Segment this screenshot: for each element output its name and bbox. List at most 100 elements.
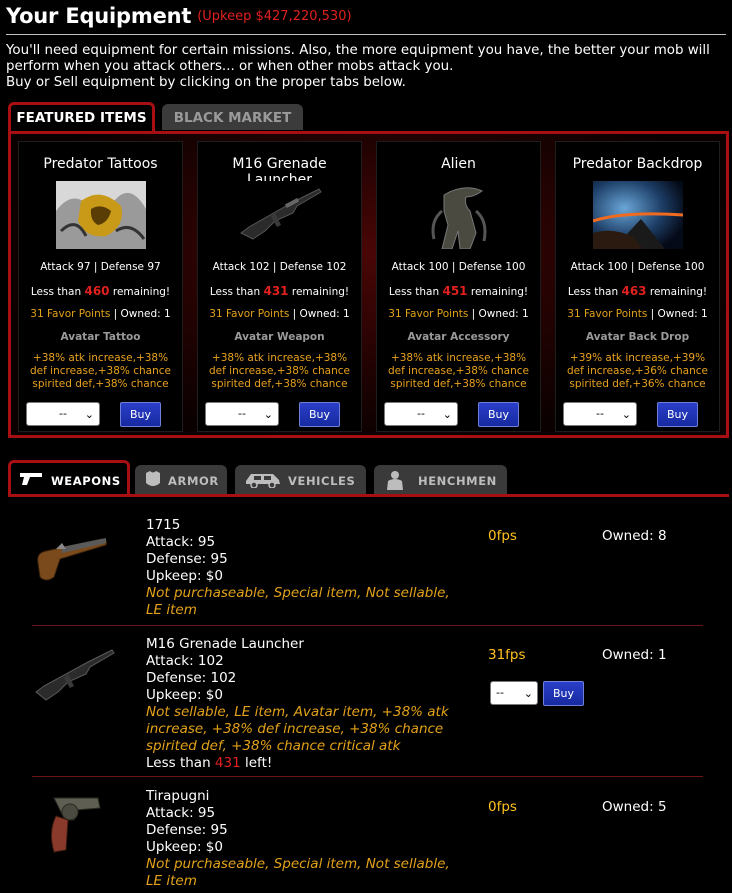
planet-image	[593, 181, 683, 249]
item-defense: Defense: 95	[146, 551, 228, 567]
featured-panel: Predator Tattoos Attack 97 | Defense 97 …	[8, 131, 729, 438]
page-title: Your Equipment	[6, 4, 192, 28]
item-remaining: Less than 463 remaining!	[567, 284, 708, 298]
tab-vehicles[interactable]: VEHICLES	[235, 465, 366, 494]
buy-button[interactable]: Buy	[478, 402, 519, 427]
tattoo-image	[56, 181, 146, 249]
tabs-underline	[8, 494, 729, 497]
item-price: 0fps	[488, 528, 517, 544]
item-name: 1715	[146, 517, 181, 533]
item-stats: Attack 102 | Defense 102	[212, 261, 347, 273]
buy-button[interactable]: Buy	[543, 681, 584, 706]
list-item: M16 Grenade Launcher Attack: 102 Defense…	[32, 636, 703, 776]
rifle-image	[35, 649, 115, 701]
buy-button[interactable]: Buy	[657, 402, 698, 427]
item-name: Alien	[441, 156, 476, 172]
armor-icon	[146, 471, 160, 486]
item-remaining: Less than 431 remaining!	[209, 284, 350, 298]
tab-black-market[interactable]: BLACK MARKET	[162, 104, 303, 130]
item-upkeep: Upkeep: $0	[146, 687, 223, 703]
item-type: Avatar Back Drop	[585, 331, 690, 343]
item-type: Avatar Tattoo	[60, 331, 141, 343]
row-divider	[32, 776, 703, 777]
quantity-select[interactable]: -- ⌄	[205, 402, 279, 426]
item-price: 0fps	[488, 799, 517, 815]
item-description: +38% atk increase,+38% def increase,+38%…	[30, 352, 171, 392]
item-price-owned: 31 Favor Points | Owned: 1	[30, 308, 171, 320]
flintlock-pistol-image	[37, 538, 107, 581]
item-info: Tirapugni Attack: 95 Defense: 95 Upkeep:…	[146, 788, 466, 890]
chevron-down-icon: ⌄	[442, 408, 452, 421]
item-type: Avatar Weapon	[234, 331, 325, 343]
item-attack: Attack: 95	[146, 534, 216, 550]
featured-card: M16 Grenade Launcher Attack 102 | Defens…	[197, 141, 362, 432]
item-description: +38% atk increase,+38% def increase,+38%…	[388, 352, 529, 392]
item-note: Not sellable, LE item, Avatar item, +38%…	[146, 704, 449, 754]
item-owned: Owned: 5	[602, 799, 667, 815]
quantity-select[interactable]: -- ⌄	[26, 402, 100, 426]
item-left: Less than 431 left!	[146, 755, 273, 771]
list-item: 1715 Attack: 95 Defense: 95 Upkeep: $0 N…	[32, 517, 703, 625]
quantity-select[interactable]: -- ⌄	[384, 402, 458, 426]
tab-weapons[interactable]: WEAPONS	[8, 460, 130, 496]
tab-label: VEHICLES	[288, 474, 356, 488]
item-owned: Owned: 1	[602, 647, 667, 663]
revolver-image	[50, 797, 101, 853]
item-remaining: Less than 451 remaining!	[388, 284, 529, 298]
category-tabs: WEAPONS ARMOR VEHICLES HENCHMEN	[8, 460, 729, 498]
item-defense: Defense: 102	[146, 670, 237, 686]
tab-armor[interactable]: ARMOR	[135, 465, 227, 494]
buy-button[interactable]: Buy	[299, 402, 340, 427]
intro-line-1: You'll need equipment for certain missio…	[6, 43, 710, 74]
buy-button[interactable]: Buy	[120, 402, 161, 427]
item-info: M16 Grenade Launcher Attack: 102 Defense…	[146, 636, 466, 772]
tab-featured-items[interactable]: FEATURED ITEMS	[8, 102, 155, 132]
item-stats: Attack 100 | Defense 100	[570, 261, 705, 273]
item-attack: Attack: 95	[146, 805, 216, 821]
featured-card: Predator Backdrop Attack 100 | Defense 1…	[555, 141, 720, 432]
quantity-select[interactable]: -- ⌄	[563, 402, 637, 426]
tab-henchmen[interactable]: HENCHMEN	[374, 465, 507, 494]
item-note: Not purchaseable, Special item, Not sell…	[146, 585, 450, 618]
intro-line-2: Buy or Sell equipment by clicking on the…	[6, 75, 406, 90]
item-price: 31fps	[488, 647, 526, 663]
item-stats: Attack 97 | Defense 97	[40, 261, 161, 273]
tab-label: ARMOR	[168, 474, 219, 488]
list-item: Tirapugni Attack: 95 Defense: 95 Upkeep:…	[32, 788, 703, 893]
page-header: Your Equipment (Upkeep $427,220,530)	[6, 4, 726, 28]
item-price-owned: 31 Favor Points | Owned: 1	[388, 308, 529, 320]
item-info: 1715 Attack: 95 Defense: 95 Upkeep: $0 N…	[146, 517, 466, 619]
henchman-icon	[387, 471, 403, 490]
item-name: Tirapugni	[146, 788, 210, 804]
chevron-down-icon: ⌄	[263, 408, 273, 421]
featured-card: Predator Tattoos Attack 97 | Defense 97 …	[18, 141, 183, 432]
row-divider	[32, 625, 703, 626]
header-divider	[6, 34, 726, 35]
upkeep-total: (Upkeep $427,220,530)	[197, 9, 352, 24]
item-name: Predator Tattoos	[43, 156, 158, 172]
car-icon	[246, 474, 280, 488]
item-name: Predator Backdrop	[572, 156, 703, 172]
item-description: +39% atk increase,+39% def increase,+36%…	[567, 352, 708, 392]
chevron-down-icon: ⌄	[523, 687, 533, 700]
pistol-icon	[20, 473, 42, 485]
intro-text: You'll need equipment for certain missio…	[6, 43, 730, 91]
item-stats: Attack 100 | Defense 100	[391, 261, 526, 273]
featured-card: Alien Attack 100 | Defense 100 Less than…	[376, 141, 541, 432]
item-name: M16 Grenade Launcher	[146, 636, 304, 652]
item-upkeep: Upkeep: $0	[146, 568, 223, 584]
item-note: Not purchaseable, Special item, Not sell…	[146, 856, 450, 889]
item-attack: Attack: 102	[146, 653, 224, 669]
item-description: +38% atk increase,+38% def increase,+38%…	[209, 352, 350, 392]
tab-label: WEAPONS	[51, 474, 121, 488]
chevron-down-icon: ⌄	[84, 408, 94, 421]
item-type: Avatar Accessory	[407, 331, 510, 343]
item-defense: Defense: 95	[146, 822, 228, 838]
alien-image	[414, 181, 504, 249]
item-owned: Owned: 8	[602, 528, 667, 544]
rifle-image	[235, 181, 325, 249]
quantity-select[interactable]: -- ⌄	[490, 681, 538, 705]
item-price-owned: 31 Favor Points | Owned: 1	[209, 308, 350, 320]
item-upkeep: Upkeep: $0	[146, 839, 223, 855]
tab-label: HENCHMEN	[418, 474, 497, 488]
